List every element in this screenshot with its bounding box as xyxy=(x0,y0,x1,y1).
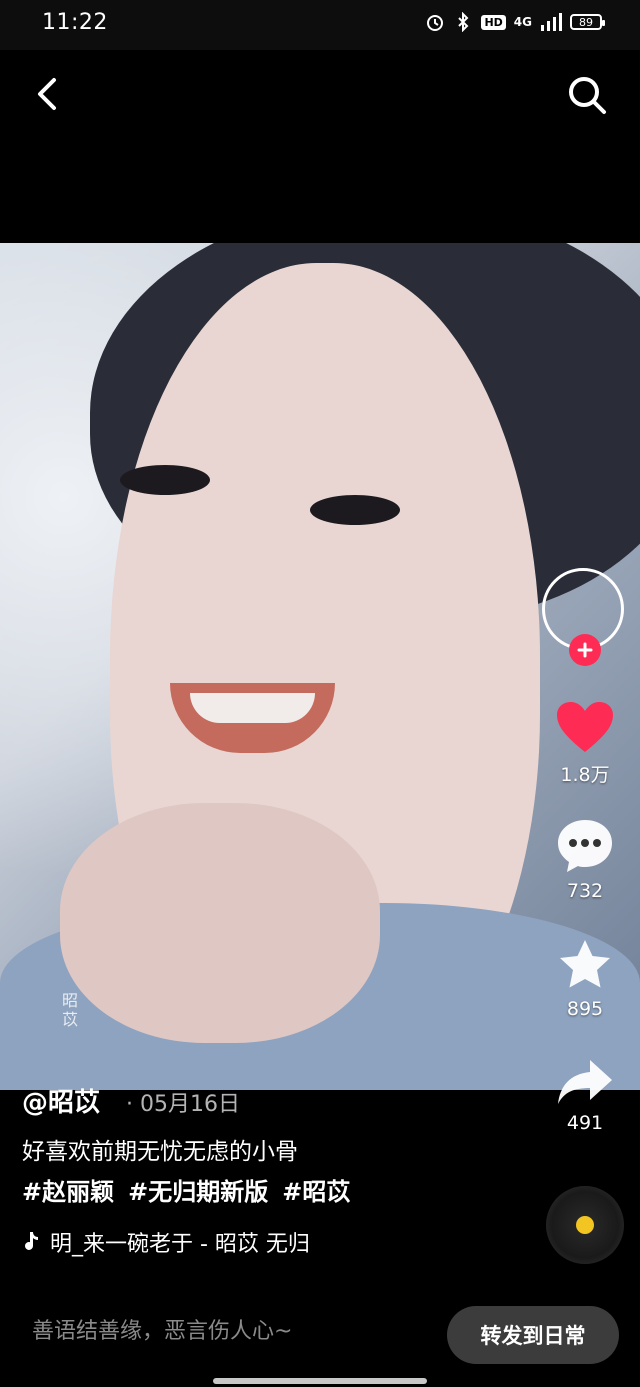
video-watermark: 昭苡 xyxy=(62,991,79,1030)
status-bar: 11:22 HD 4G 89 xyxy=(0,0,640,50)
status-icons: HD 4G 89 xyxy=(425,12,605,32)
network-label: 4G xyxy=(513,15,532,29)
bluetooth-icon xyxy=(458,12,469,32)
music-disc[interactable] xyxy=(546,1186,624,1264)
heart-shape xyxy=(557,702,613,752)
plus-icon xyxy=(577,642,593,658)
author-avatar[interactable] xyxy=(542,568,628,668)
comment-count: 732 xyxy=(566,880,604,902)
video-eye-right xyxy=(310,495,400,525)
battery-level: 89 xyxy=(579,15,593,29)
music-disc-center xyxy=(576,1216,594,1234)
share-count: 491 xyxy=(566,1112,604,1134)
home-indicator[interactable] xyxy=(213,1378,427,1384)
video-teeth xyxy=(190,693,315,723)
status-time: 11:22 xyxy=(42,10,108,35)
favorite-button[interactable]: 895 xyxy=(550,938,620,1020)
hashtag[interactable]: #昭苡 xyxy=(282,1172,350,1207)
hashtag[interactable]: #赵丽颖 xyxy=(22,1172,114,1207)
like-count: 1.8万 xyxy=(560,764,610,786)
post-date: · 05月16日 xyxy=(126,1092,240,1117)
forward-to-daily-button[interactable]: 转发到日常 xyxy=(447,1306,619,1364)
author-name[interactable]: @昭苡 xyxy=(22,1082,100,1119)
music-info[interactable]: 明_来一碗老于 - 昭苡 无归 xyxy=(22,1226,352,1258)
signal-icon xyxy=(541,13,562,31)
like-button[interactable]: 1.8万 xyxy=(550,700,620,787)
post-caption: 好喜欢前期无忧无虑的小骨 xyxy=(22,1139,298,1165)
star-icon xyxy=(560,940,610,988)
heart-icon xyxy=(557,702,613,752)
alarm-icon xyxy=(427,15,444,31)
comment-input[interactable] xyxy=(30,1318,424,1345)
hd-badge: HD xyxy=(481,14,506,30)
comment-icon xyxy=(558,820,612,872)
hashtag-list: #赵丽颖 #无归期新版 #昭苡 xyxy=(22,1172,350,1207)
comment-button[interactable]: 732 xyxy=(550,818,620,902)
favorite-count: 895 xyxy=(566,998,604,1020)
back-button[interactable] xyxy=(30,72,70,116)
share-button[interactable]: 491 xyxy=(550,1058,620,1134)
music-note-icon xyxy=(25,1232,38,1250)
hashtag[interactable]: #无归期新版 xyxy=(128,1172,268,1207)
share-arrow-icon xyxy=(558,1060,612,1104)
music-title: 明_来一碗老于 - 昭苡 无归 xyxy=(50,1232,310,1257)
follow-button[interactable] xyxy=(569,634,601,666)
search-icon xyxy=(569,77,606,114)
video-hand xyxy=(60,803,380,1043)
video-eye-left xyxy=(120,465,210,495)
search-button[interactable] xyxy=(566,74,608,116)
chevron-left-icon xyxy=(38,78,56,110)
battery-icon: 89 xyxy=(570,14,605,30)
